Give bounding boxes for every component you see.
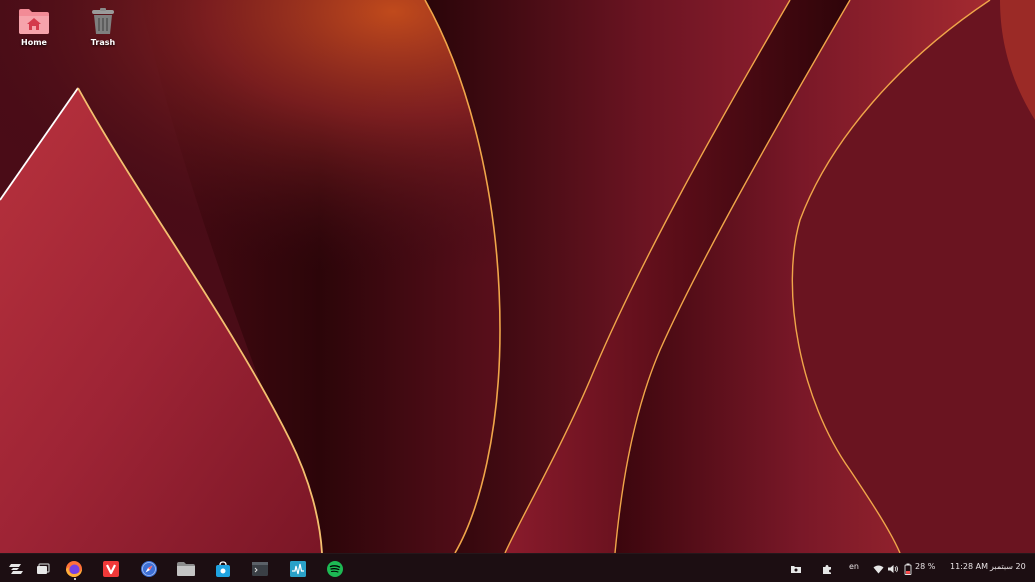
desktop-icon-label: Home — [21, 38, 47, 47]
taskbar-app-software[interactable] — [212, 558, 234, 580]
battery-icon — [904, 563, 912, 575]
compass-icon — [141, 561, 157, 577]
tray-extensions-button[interactable] — [816, 558, 838, 580]
desktop-wallpaper — [0, 0, 1035, 582]
taskbar-app-firefox[interactable] — [63, 558, 85, 580]
taskbar-app-spotify[interactable] — [324, 558, 346, 580]
taskbar-app-files[interactable] — [175, 558, 197, 580]
taskbar-app-terminal[interactable] — [249, 558, 271, 580]
spotify-icon — [327, 561, 343, 577]
battery-percentage: 28 % — [915, 562, 936, 571]
clock-time[interactable]: 11:28 AM — [950, 562, 988, 571]
trash-icon — [92, 8, 114, 34]
workspace-switcher-button[interactable] — [32, 558, 54, 580]
monitor-icon — [290, 561, 306, 577]
store-bag-icon — [216, 561, 230, 577]
clock-date[interactable]: 20 سبتمبر — [990, 562, 1026, 571]
workspace-switcher-icon — [37, 563, 50, 574]
desktop-icon-label: Trash — [90, 38, 116, 47]
vivaldi-icon — [103, 561, 119, 577]
running-indicator — [74, 578, 76, 580]
taskbar-app-system-monitor[interactable] — [287, 558, 309, 580]
desktop-icon-trash[interactable]: Trash — [75, 6, 131, 47]
folder-home-icon — [19, 9, 49, 34]
zorin-logo-icon — [9, 564, 23, 574]
language-indicator[interactable]: en — [849, 562, 859, 571]
start-menu-button[interactable] — [5, 558, 27, 580]
terminal-icon — [252, 562, 268, 576]
firefox-icon — [66, 561, 82, 577]
taskbar-app-web-browser[interactable] — [138, 558, 160, 580]
folder-icon — [177, 562, 195, 576]
taskbar: en 28 % 11:28 AM 20 سبتمبر — [0, 553, 1035, 582]
taskbar-app-vivaldi[interactable] — [100, 558, 122, 580]
tray-screenshot-button[interactable] — [785, 558, 807, 580]
folder-capture-icon — [791, 566, 801, 573]
puzzle-icon — [823, 565, 831, 574]
desktop-icon-home[interactable]: Home — [6, 6, 62, 47]
